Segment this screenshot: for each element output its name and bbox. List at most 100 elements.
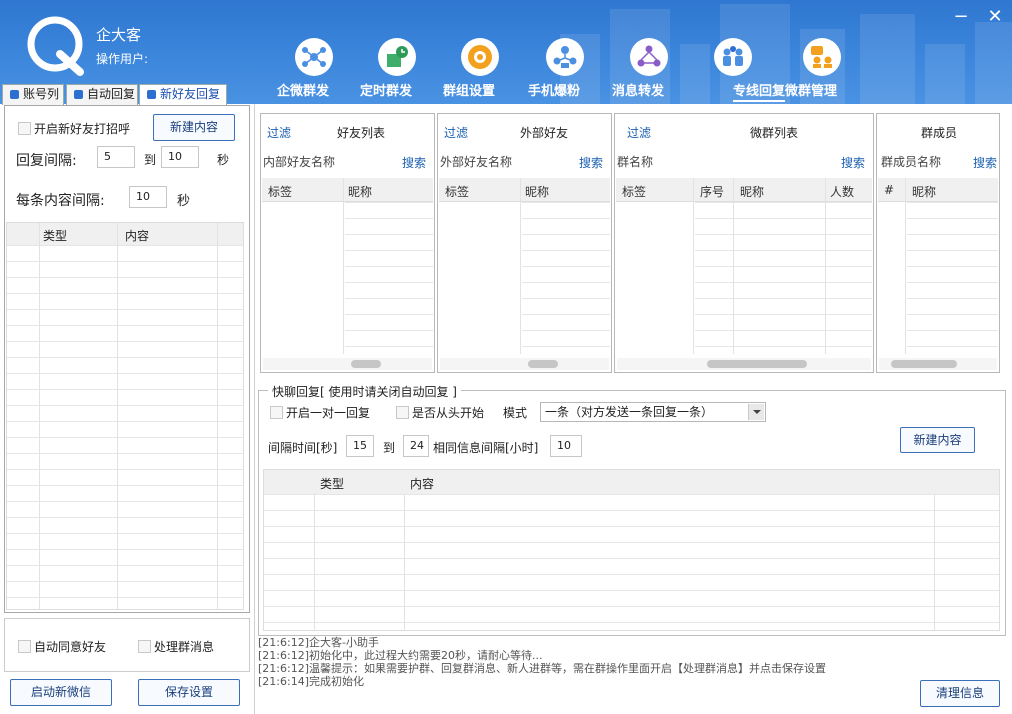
column-header-tag: 标签: [445, 185, 470, 199]
content-interval-input[interactable]: 10: [129, 186, 167, 208]
horizontal-scrollbar[interactable]: [263, 358, 432, 370]
group-table-body[interactable]: [695, 202, 872, 354]
nav-label: 专线回复: [733, 80, 786, 102]
save-settings-button[interactable]: 保存设置: [138, 679, 240, 706]
column-header-content: 内容: [125, 229, 150, 243]
external-name-label: 外部好友名称: [440, 155, 513, 169]
tab-dot-icon: [10, 90, 19, 99]
reply-interval-from-input[interactable]: 5: [97, 146, 135, 168]
column-divider: [825, 178, 826, 354]
column-header-tag: 标签: [268, 185, 293, 199]
app-logo-icon: [24, 14, 86, 76]
column-header-nickname: 昵称: [348, 185, 373, 199]
nav-scheduled-broadcast[interactable]: 定时群发: [360, 38, 434, 102]
new-friend-content-table: 类型 内容: [6, 222, 244, 610]
scroll-thumb[interactable]: [528, 360, 558, 368]
table-body[interactable]: [264, 494, 999, 630]
column-header-count: 人数: [830, 185, 855, 199]
log-line: [21:6:14]完成初始化: [258, 675, 364, 688]
seconds-label: 秒: [217, 153, 230, 167]
greet-checkbox[interactable]: 开启新好友打招呼: [18, 120, 130, 137]
quick-reply-new-content-button[interactable]: 新建内容: [900, 427, 975, 453]
interval-time-label: 间隔时间[秒]: [268, 441, 338, 455]
column-divider: [314, 494, 315, 630]
nav-qiwei-broadcast[interactable]: 企微群发: [277, 38, 351, 102]
nav-group-manage[interactable]: 微群管理: [785, 38, 859, 102]
same-info-interval-input[interactable]: 10: [550, 435, 582, 457]
member-name-label: 群成员名称: [881, 155, 942, 169]
nav-dedicated-reply[interactable]: 专线回复: [696, 38, 786, 102]
column-header-nickname: 昵称: [740, 185, 765, 199]
external-table-body[interactable]: [522, 202, 610, 354]
start-new-wechat-button[interactable]: 启动新微信: [10, 679, 112, 706]
from-start-checkbox[interactable]: 是否从头开始: [396, 404, 484, 421]
table-header: 类型 内容: [264, 470, 999, 494]
group-settings-icon: [461, 38, 499, 76]
scroll-thumb[interactable]: [891, 360, 957, 368]
checkbox-box[interactable]: [18, 640, 31, 653]
chevron-down-icon[interactable]: [748, 404, 764, 420]
tab-auto-reply[interactable]: 自动回复: [66, 84, 138, 105]
column-divider: [217, 223, 218, 609]
table-header: # 昵称: [878, 178, 998, 202]
member-search-button[interactable]: 搜索: [973, 154, 997, 171]
nav-phone-fans[interactable]: 手机爆粉: [528, 38, 602, 102]
horizontal-scrollbar[interactable]: [440, 358, 609, 370]
column-divider: [343, 178, 344, 354]
tab-account-list[interactable]: 账号列: [2, 84, 64, 105]
column-divider: [733, 178, 734, 354]
column-divider: [404, 494, 405, 630]
clear-log-button[interactable]: 清理信息: [920, 680, 1000, 707]
friend-search-button[interactable]: 搜索: [402, 154, 426, 171]
checkbox-box[interactable]: [18, 122, 31, 135]
share-icon: [295, 38, 333, 76]
column-header-content: 内容: [410, 477, 435, 491]
tab-label: 自动回复: [87, 87, 136, 101]
table-body[interactable]: [7, 245, 243, 609]
friend-list-title: 好友列表: [337, 126, 386, 140]
column-divider: [39, 223, 40, 609]
tab-new-friend-reply[interactable]: 新好友回复: [139, 84, 227, 106]
external-friend-panel: 过滤 外部好友 外部好友名称 搜索 标签 昵称: [437, 113, 612, 373]
close-button[interactable]: ✕: [984, 6, 1006, 28]
mode-select[interactable]: 一条（对方发送一条回复一条）: [540, 402, 766, 422]
minimize-button[interactable]: −: [950, 6, 972, 28]
external-search-button[interactable]: 搜索: [579, 154, 603, 171]
checkbox-label: 开启一对一回复: [286, 406, 371, 420]
external-filter-link[interactable]: 过滤: [444, 124, 468, 141]
nav-label: 消息转发: [612, 84, 665, 99]
column-divider: [520, 178, 521, 354]
horizontal-scrollbar[interactable]: [879, 358, 997, 370]
table-header: 标签 序号 昵称 人数: [616, 178, 872, 202]
scroll-thumb[interactable]: [351, 360, 381, 368]
horizontal-scrollbar[interactable]: [617, 358, 871, 370]
one-to-one-checkbox[interactable]: 开启一对一回复: [270, 404, 370, 421]
nav-label: 手机爆粉: [528, 84, 581, 99]
checkbox-box[interactable]: [138, 640, 151, 653]
checkbox-label: 是否从头开始: [412, 406, 485, 420]
tab-dot-icon: [147, 90, 156, 99]
handle-group-msg-checkbox[interactable]: 处理群消息: [138, 638, 214, 655]
scroll-thumb[interactable]: [707, 360, 807, 368]
group-list-title: 微群列表: [750, 126, 799, 140]
column-header-number: #: [884, 183, 895, 197]
reply-interval-to-input[interactable]: 10: [161, 146, 199, 168]
auto-accept-checkbox[interactable]: 自动同意好友: [18, 638, 106, 655]
group-search-button[interactable]: 搜索: [841, 154, 865, 171]
friend-table-body[interactable]: [345, 202, 433, 354]
interval-from-input[interactable]: 15: [346, 435, 374, 457]
nav-label: 定时群发: [360, 84, 413, 99]
nav-group-settings[interactable]: 群组设置: [443, 38, 517, 102]
member-table-body[interactable]: [907, 202, 998, 354]
checkbox-box[interactable]: [396, 406, 409, 419]
group-filter-link[interactable]: 过滤: [627, 124, 651, 141]
new-content-button[interactable]: 新建内容: [153, 114, 235, 141]
same-info-interval-label: 相同信息间隔[小时]: [433, 441, 539, 455]
log-output: [21:6:12]企大客-小助手 [21:6:12]初始化中，此过程大约需要20…: [258, 636, 1004, 712]
to-label: 到: [383, 441, 396, 455]
interval-to-input[interactable]: 24: [403, 435, 429, 457]
column-divider: [934, 494, 935, 630]
friend-filter-link[interactable]: 过滤: [267, 124, 291, 141]
nav-message-forward[interactable]: 消息转发: [612, 38, 686, 102]
checkbox-box[interactable]: [270, 406, 283, 419]
